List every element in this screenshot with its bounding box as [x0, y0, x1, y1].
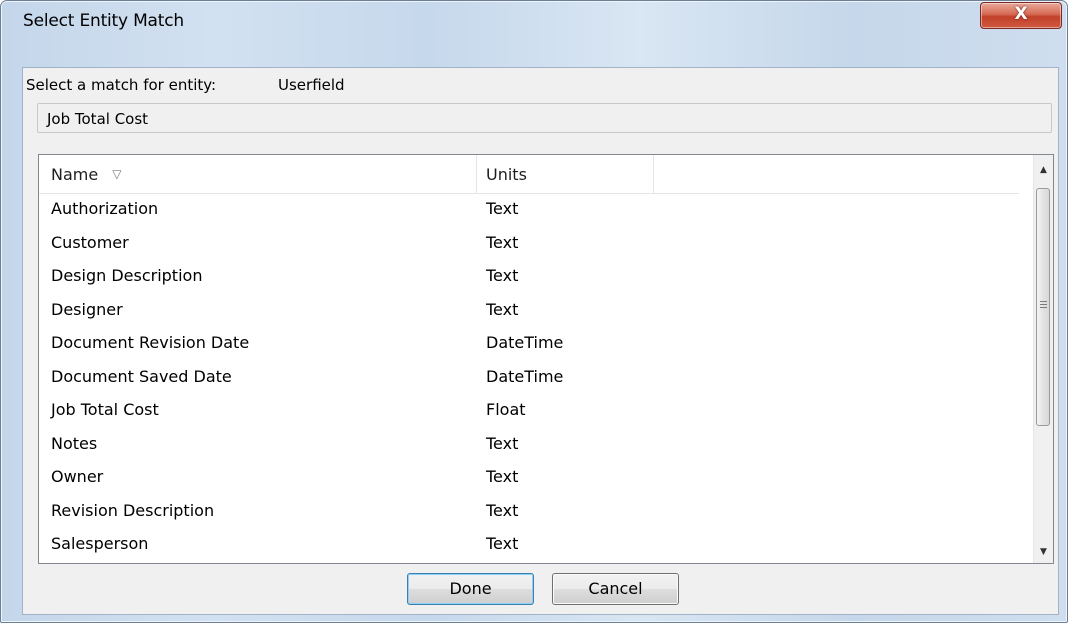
item-units: DateTime — [486, 366, 564, 386]
list-item[interactable]: Customer Text — [39, 227, 1019, 261]
list-item[interactable]: Document Saved Date DateTime — [39, 361, 1019, 395]
list-item[interactable]: Salesperson Text — [39, 528, 1019, 562]
item-name: Salesperson — [51, 534, 149, 553]
list-rows: Authorization Text Customer Text Design De… — [39, 193, 1019, 562]
scroll-down-arrow-icon[interactable]: ▼ — [1034, 543, 1053, 561]
title-bar[interactable]: Select Entity Match X — [1, 1, 1067, 35]
item-name: Owner — [51, 467, 104, 486]
item-name: Authorization — [51, 199, 159, 218]
item-name: Document Revision Date — [51, 333, 250, 352]
item-name: Designer — [51, 299, 123, 319]
close-button[interactable]: X — [980, 2, 1062, 29]
item-units: Text — [486, 500, 519, 520]
item-units: Text — [486, 232, 519, 252]
item-units: DateTime — [486, 333, 564, 352]
cancel-button[interactable]: Cancel — [552, 573, 679, 605]
list-item[interactable]: Design Description Text — [39, 260, 1019, 294]
item-name: Revision Description — [51, 500, 215, 520]
column-header-filler — [654, 155, 1019, 193]
item-name: Notes — [51, 433, 98, 453]
list-item[interactable]: Owner Text — [39, 461, 1019, 495]
scroll-up-arrow-icon[interactable]: ▲ — [1034, 161, 1053, 179]
entity-list[interactable]: Name ▽ Units Authorization Text Customer Te… — [38, 154, 1054, 564]
sort-indicator-icon: ▽ — [112, 167, 122, 181]
list-item[interactable]: Authorization Text — [39, 193, 1019, 227]
list-item[interactable]: Revision Description Text — [39, 495, 1019, 529]
column-header-name-label: Name — [51, 165, 99, 184]
item-name: Customer — [51, 232, 129, 252]
item-name: Design Description — [51, 266, 203, 285]
item-name: Document Saved Date — [51, 366, 232, 386]
vertical-scrollbar[interactable]: ▲ ▼ — [1033, 155, 1053, 563]
scroll-thumb[interactable] — [1036, 188, 1050, 426]
item-name: Job Total Cost — [51, 400, 159, 419]
done-button[interactable]: Done — [407, 573, 534, 605]
entity-prompt-label: Select a match for entity: — [26, 76, 217, 94]
entity-name: Userfield — [278, 76, 345, 94]
window-title: Select Entity Match — [23, 11, 184, 31]
list-item[interactable]: Job Total Cost Float — [39, 394, 1019, 428]
list-header: Name ▽ Units — [39, 155, 1019, 194]
grip-icon — [1040, 301, 1047, 310]
item-units: Text — [486, 433, 519, 453]
selected-match-field[interactable]: Job Total Cost — [37, 103, 1052, 133]
list-item[interactable]: Notes Text — [39, 428, 1019, 462]
list-item[interactable]: Document Revision Date DateTime — [39, 327, 1019, 361]
item-units: Text — [486, 534, 519, 553]
dialog-window: Select Entity Match X Select a match for… — [0, 0, 1068, 623]
close-icon: X — [1014, 4, 1028, 24]
list-item[interactable]: Designer Text — [39, 294, 1019, 328]
dialog-body: Select a match for entity: Userfield Job… — [22, 67, 1059, 615]
item-units: Text — [486, 467, 519, 486]
item-units: Text — [486, 199, 519, 218]
column-header-units-label: Units — [486, 165, 527, 184]
item-units: Text — [486, 266, 519, 285]
item-units: Text — [486, 299, 519, 319]
item-units: Float — [486, 400, 526, 419]
column-header-units[interactable]: Units — [477, 155, 654, 193]
column-header-name[interactable]: Name ▽ — [39, 155, 477, 193]
